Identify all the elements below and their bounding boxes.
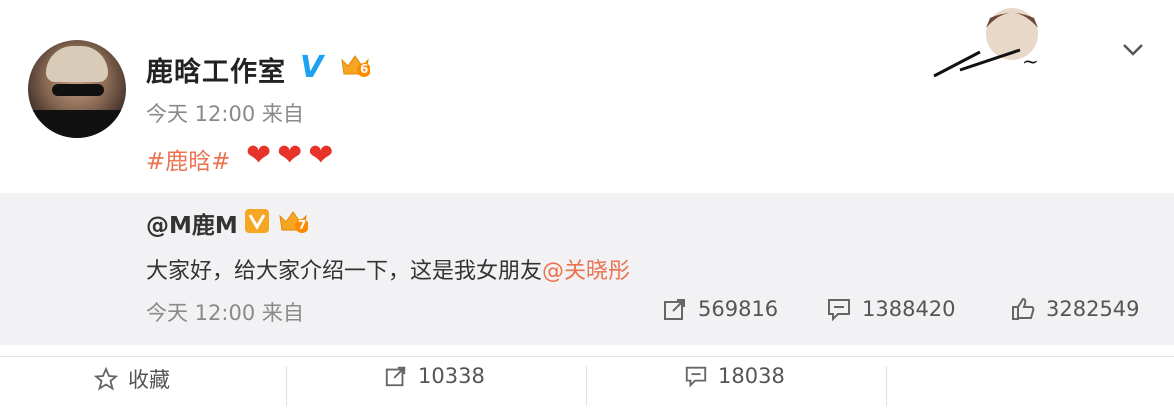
toolbar-share-count: 10338 — [418, 364, 485, 388]
verified-icon: V — [300, 50, 324, 85]
post-toolbar — [0, 356, 1174, 411]
repost-share-stat[interactable]: 569816 — [662, 296, 778, 322]
author-name[interactable]: 鹿晗工作室 — [146, 50, 286, 89]
star-icon — [94, 367, 118, 391]
repost-text-main: 大家好，给大家介绍一下，这是我女朋友 — [146, 259, 543, 284]
post-hearts: ❤❤❤ — [246, 138, 340, 173]
toolbar-divider — [586, 366, 587, 406]
favorite-button[interactable]: 收藏 — [94, 364, 170, 394]
repost-comment-stat[interactable]: 1388420 — [826, 296, 956, 322]
share-icon — [385, 366, 406, 387]
repost-meta: 今天 12:00 来自 — [146, 301, 304, 325]
like-icon — [1012, 297, 1035, 320]
toolbar-divider — [886, 366, 887, 406]
avatar-hair — [46, 46, 108, 82]
post-meta: 今天 12:00 来自 — [146, 102, 304, 126]
author-avatar[interactable] — [28, 40, 126, 138]
verified-icon — [245, 209, 269, 233]
repost-mention[interactable]: @关晓彤 — [542, 259, 630, 284]
comment-icon — [828, 299, 850, 322]
share-icon — [664, 299, 685, 320]
favorite-label: 收藏 — [128, 368, 170, 392]
avatar-glasses — [52, 84, 104, 96]
repost-author-level: 7 — [298, 218, 307, 232]
toolbar-divider — [286, 366, 287, 406]
repost-author-name[interactable]: @M鹿M — [146, 206, 238, 240]
share-count: 569816 — [698, 297, 779, 321]
svg-text:~: ~ — [1022, 49, 1039, 73]
share-button[interactable]: 10338 — [384, 364, 485, 388]
comment-button[interactable]: 18038 — [684, 364, 785, 388]
repost-like-stat[interactable]: 3282549 — [1010, 296, 1140, 322]
signature-image: ~ — [933, 8, 1039, 78]
avatar-jacket — [28, 110, 126, 138]
like-count: 3282549 — [1046, 297, 1140, 321]
post-hashtag[interactable]: #鹿晗# — [146, 142, 231, 176]
chevron-down-icon[interactable] — [1120, 36, 1146, 62]
author-level: 6 — [360, 62, 369, 76]
comment-count: 1388420 — [862, 297, 956, 321]
repost-text: 大家好，给大家介绍一下，这是我女朋友@关晓彤 — [146, 253, 630, 285]
toolbar-comment-count: 18038 — [718, 364, 785, 388]
comment-icon — [685, 366, 707, 388]
